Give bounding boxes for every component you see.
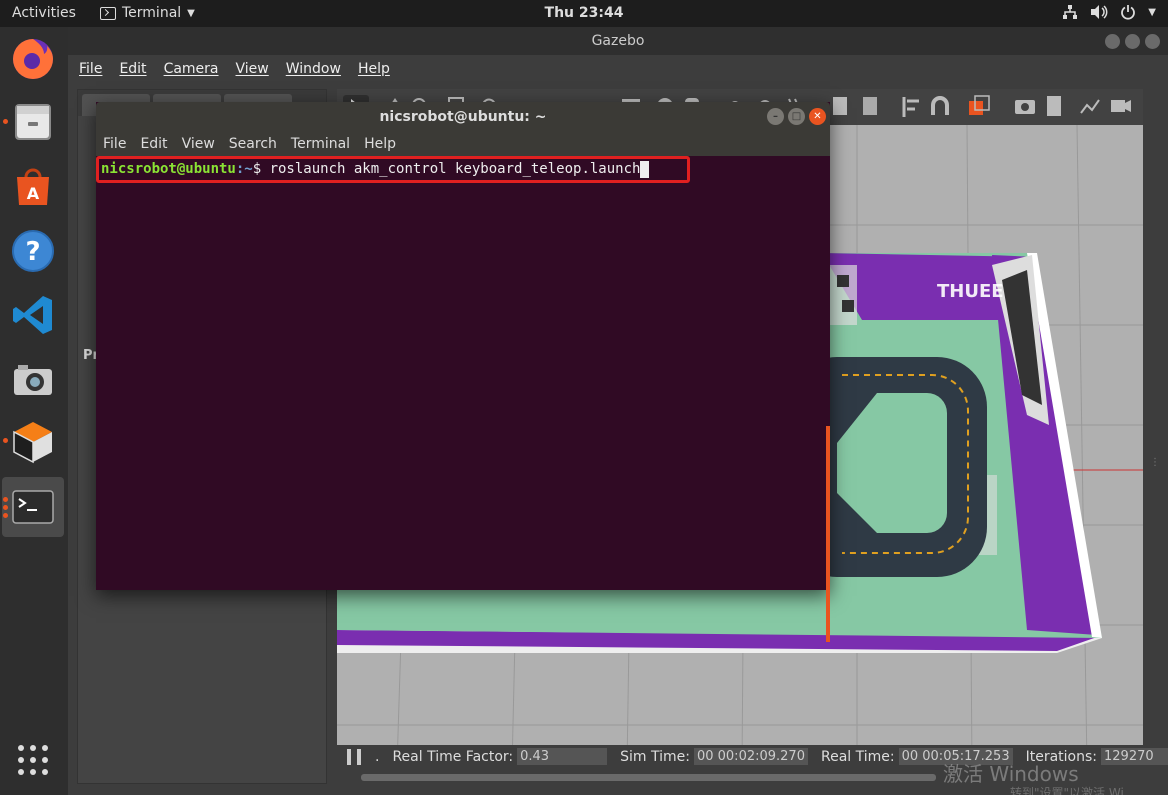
gazebo-menubar: File Edit Camera View Window Help [68,55,1168,82]
chevron-down-icon: ▼ [187,7,195,19]
text-cursor [640,160,650,178]
snap-icon[interactable] [931,96,949,115]
align-icon[interactable] [902,97,919,117]
terminal-scrollbar[interactable] [826,426,830,642]
change-view-icon[interactable] [969,95,990,115]
running-indicator [3,438,8,443]
terminal-title: nicsrobot@ubuntu: ~ [379,109,547,125]
log-icon[interactable] [1047,96,1061,116]
app-menu-label: Terminal [122,5,182,21]
activation-watermark-subtext: 转到"设置"以激活 Wi [1010,786,1124,795]
app-menu[interactable]: Terminal ▼ [100,5,195,21]
paste-icon[interactable] [863,97,877,115]
files-icon[interactable] [10,98,56,144]
real-time-label: Real Time: [820,748,895,765]
menu-view[interactable]: View [236,61,269,77]
real-time-factor-label: Real Time Factor: [392,748,514,765]
menu-camera[interactable]: Camera [164,61,219,77]
firefox-icon[interactable] [10,35,56,81]
menu-terminal[interactable]: Terminal [291,136,350,152]
dock: A ? [0,27,68,795]
real-time-factor-value: 0.43 [517,748,608,765]
command-line-highlighted[interactable]: nicsrobot@ubuntu:~$ roslaunch akm_contro… [96,156,690,183]
help-icon[interactable]: ? [10,228,56,274]
show-apps-icon[interactable] [10,737,56,783]
horizontal-scrollbar[interactable] [361,774,936,781]
track-brand-label: THUEE [937,281,1004,302]
plot-icon[interactable] [1080,99,1100,114]
iterations-value: 129270 [1101,748,1168,765]
virtualbox-icon[interactable] [10,419,56,465]
sim-time-value: 00 00:02:09.270 [693,748,808,765]
menu-window[interactable]: Window [286,61,341,77]
terminal-content[interactable]: nicsrobot@ubuntu:~$ roslaunch akm_contro… [96,156,830,642]
terminal-icon[interactable] [10,484,56,530]
volume-icon [1091,5,1108,19]
sim-time-label: Sim Time: [620,748,690,765]
minimize-button[interactable]: – [767,108,784,125]
menu-edit[interactable]: Edit [140,136,167,152]
menu-help[interactable]: Help [358,61,390,77]
video-record-icon[interactable] [1111,100,1131,112]
running-indicator [3,505,8,510]
close-button[interactable] [1145,34,1160,49]
menu-edit[interactable]: Edit [119,61,146,77]
panel-resize-grip[interactable]: ⋮ [1150,457,1160,468]
running-indicator [3,497,8,502]
menu-search[interactable]: Search [229,136,277,152]
close-button[interactable]: ✕ [809,108,826,125]
camera-icon[interactable] [10,357,56,403]
status-dot: . [375,748,380,765]
terminal-menubar: File Edit View Search Terminal Help [96,132,830,156]
prompt-symbol: $ [252,161,270,177]
power-icon [1121,5,1136,20]
menu-help[interactable]: Help [364,136,396,152]
pause-button[interactable] [347,749,361,765]
copy-icon[interactable] [833,97,847,115]
menu-file[interactable]: File [79,61,102,77]
terminal-titlebar[interactable]: nicsrobot@ubuntu: ~ – □ ✕ [96,102,830,132]
gazebo-title: Gazebo [591,33,645,49]
activation-watermark: 激活 Windows [943,762,1079,786]
prompt-user: nicsrobot@ubuntu [101,161,236,177]
menu-view[interactable]: View [182,136,215,152]
running-indicator [3,513,8,518]
svg-text:?: ? [25,237,40,267]
command-text: roslaunch akm_control keyboard_teleop.la… [269,161,641,177]
software-center-icon[interactable]: A [10,163,56,209]
menu-file[interactable]: File [103,136,126,152]
gazebo-titlebar[interactable]: Gazebo [68,27,1168,55]
minimize-button[interactable] [1105,34,1120,49]
top-bar: Activities Terminal ▼ Thu 23:44 ▼ [0,0,1168,27]
screenshot-icon[interactable] [1015,100,1035,114]
activities-button[interactable]: Activities [12,5,76,21]
maximize-button[interactable] [1125,34,1140,49]
prompt-path: :~ [235,161,253,177]
network-icon [1063,5,1078,19]
terminal-window[interactable]: nicsrobot@ubuntu: ~ – □ ✕ File Edit View… [96,102,830,642]
running-indicator [3,119,8,124]
maximize-button[interactable]: □ [788,108,805,125]
terminal-small-icon [100,6,116,20]
svg-text:A: A [27,184,40,203]
system-tray[interactable]: ▼ [1062,4,1156,20]
chevron-down-icon: ▼ [1148,6,1156,18]
vscode-icon[interactable] [10,292,56,338]
